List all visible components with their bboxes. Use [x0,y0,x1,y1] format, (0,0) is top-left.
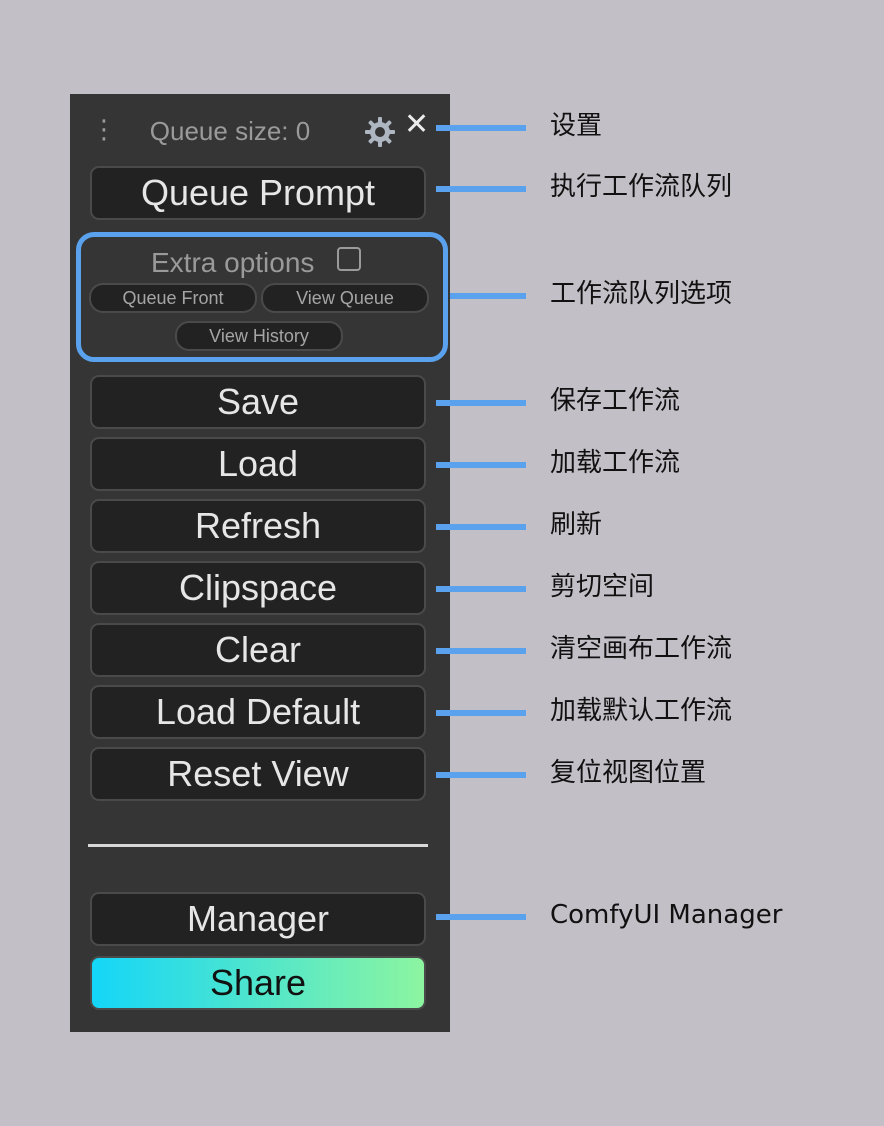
annotation-clipspace: 剪切空间 [550,572,655,602]
close-icon[interactable]: ✕ [404,110,429,140]
callout-line-load [436,462,526,468]
annotation-queue-prompt: 执行工作流队列 [550,172,733,202]
extra-options-checkbox[interactable] [337,247,361,271]
share-button[interactable]: Share [90,956,426,1010]
save-button[interactable]: Save [90,375,426,429]
annotation-refresh: 刷新 [550,510,603,540]
annotation-manager: ComfyUI Manager [550,900,783,930]
queue-size-label: Queue size: 0 [149,116,311,146]
extra-options-label: Extra options [151,247,315,278]
view-history-button[interactable]: View History [175,321,343,351]
queue-prompt-button[interactable]: Queue Prompt [90,166,426,220]
callout-line-clear [436,648,526,654]
annotation-clear: 清空画布工作流 [550,634,733,664]
comfy-menu-panel: ⋮ Queue size: 0 ✕ Queue Prompt Extra opt… [70,94,450,1032]
annotation-load: 加载工作流 [550,448,681,478]
callout-line-clipspace [436,586,526,592]
menu-divider [88,844,428,847]
manager-button[interactable]: Manager [90,892,426,946]
annotation-load-default: 加载默认工作流 [550,696,733,726]
callout-line-queue-prompt [436,186,526,192]
annotation-save: 保存工作流 [550,386,681,416]
callout-line-settings [436,125,526,131]
callout-line-reset-view [436,772,526,778]
load-default-button[interactable]: Load Default [90,685,426,739]
clipspace-button[interactable]: Clipspace [90,561,426,615]
reset-view-button[interactable]: Reset View [90,747,426,801]
drag-handle-icon[interactable]: ⋮ [91,116,117,142]
callout-line-load-default [436,710,526,716]
queue-front-button[interactable]: Queue Front [89,283,257,313]
annotation-settings: 设置 [550,111,603,141]
refresh-button[interactable]: Refresh [90,499,426,553]
callout-line-save [436,400,526,406]
annotation-extra-options: 工作流队列选项 [550,279,733,309]
clear-button[interactable]: Clear [90,623,426,677]
load-button[interactable]: Load [90,437,426,491]
callout-line-manager [436,914,526,920]
gear-icon[interactable] [364,116,396,148]
callout-line-extra-options [450,293,526,299]
callout-line-refresh [436,524,526,530]
view-queue-button[interactable]: View Queue [261,283,429,313]
extra-options-group: Extra options Queue Front View Queue Vie… [76,232,448,362]
annotation-reset-view: 复位视图位置 [550,758,707,788]
